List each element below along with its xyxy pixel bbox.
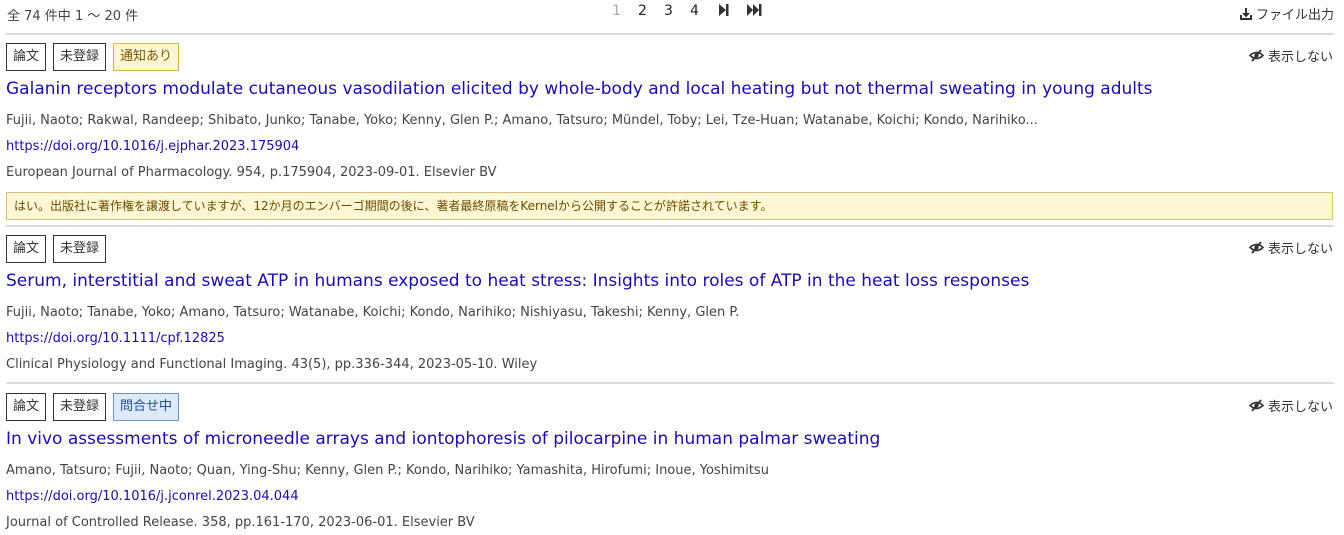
notification-tag: 通知あり — [113, 43, 180, 71]
registration-tag: 未登録 — [53, 393, 107, 421]
eye-slash-icon — [1248, 399, 1264, 412]
hide-button[interactable]: 表示しない — [1248, 46, 1333, 65]
result-count: 全 74 件中 1 〜 20 件 — [7, 9, 139, 24]
publication-source: European Journal of Pharmacology. 954, p… — [6, 165, 497, 180]
page-1[interactable]: 1 — [612, 3, 638, 19]
pagination: 1 2 3 4 — [612, 3, 776, 19]
result-entry: 論文 未登録 問合せ中 表示しない In vivo assessments of… — [0, 393, 1344, 533]
hide-button[interactable]: 表示しない — [1248, 238, 1333, 257]
registration-tag: 未登録 — [53, 235, 107, 263]
divider — [6, 382, 1334, 384]
entry-tags: 論文 未登録 — [6, 235, 113, 263]
publication-source: Clinical Physiology and Functional Imagi… — [6, 357, 538, 372]
copyright-notice: はい。出版社に著作権を譲渡していますが、12か月のエンバーゴ期間の後に、著者最終… — [6, 192, 1333, 220]
registration-tag: 未登録 — [53, 43, 107, 71]
download-icon — [1239, 7, 1252, 20]
divider — [6, 225, 1334, 227]
article-title-link[interactable]: In vivo assessments of microneedle array… — [6, 429, 880, 449]
authors: Fujii, Naoto; Rakwal, Randeep; Shibato, … — [6, 113, 1038, 128]
authors: Amano, Tatsuro; Fujii, Naoto; Quan, Ying… — [6, 463, 769, 478]
hide-label: 表示しない — [1267, 400, 1333, 415]
divider — [6, 33, 1334, 35]
inquiry-tag: 問合せ中 — [113, 393, 180, 421]
article-title-link[interactable]: Serum, interstitial and sweat ATP in hum… — [6, 271, 1029, 291]
doi-link[interactable]: https://doi.org/10.1111/cpf.12825 — [6, 331, 225, 346]
hide-button[interactable]: 表示しない — [1248, 396, 1333, 415]
eye-slash-icon — [1248, 241, 1264, 254]
page-4[interactable]: 4 — [690, 3, 716, 19]
hide-label: 表示しない — [1267, 242, 1333, 257]
page-2[interactable]: 2 — [638, 3, 664, 19]
doi-link[interactable]: https://doi.org/10.1016/j.ejphar.2023.17… — [6, 139, 299, 154]
article-title-link[interactable]: Galanin receptors modulate cutaneous vas… — [6, 79, 1153, 99]
entry-tags: 論文 未登録 問合せ中 — [6, 393, 186, 421]
file-export-label: ファイル出力 — [1255, 8, 1334, 23]
results-toolbar: 全 74 件中 1 〜 20 件 1 2 3 4 ファイル出力 — [0, 0, 1344, 32]
result-entry: 論文 未登録 表示しない Serum, interstitial and swe… — [0, 235, 1344, 375]
page-3[interactable]: 3 — [664, 3, 690, 19]
entry-tags: 論文 未登録 通知あり — [6, 43, 186, 71]
type-tag: 論文 — [6, 235, 47, 263]
type-tag: 論文 — [6, 393, 47, 421]
next-page-icon[interactable] — [716, 3, 746, 19]
file-export-button[interactable]: ファイル出力 — [1239, 4, 1334, 23]
result-entry: 論文 未登録 通知あり 表示しない Galanin receptors modu… — [0, 43, 1344, 223]
publication-source: Journal of Controlled Release. 358, pp.1… — [6, 515, 475, 530]
doi-link[interactable]: https://doi.org/10.1016/j.jconrel.2023.0… — [6, 489, 299, 504]
hide-label: 表示しない — [1267, 50, 1333, 65]
type-tag: 論文 — [6, 43, 47, 71]
eye-slash-icon — [1248, 49, 1264, 62]
last-page-icon[interactable] — [746, 3, 776, 19]
authors: Fujii, Naoto; Tanabe, Yoko; Amano, Tatsu… — [6, 305, 740, 320]
